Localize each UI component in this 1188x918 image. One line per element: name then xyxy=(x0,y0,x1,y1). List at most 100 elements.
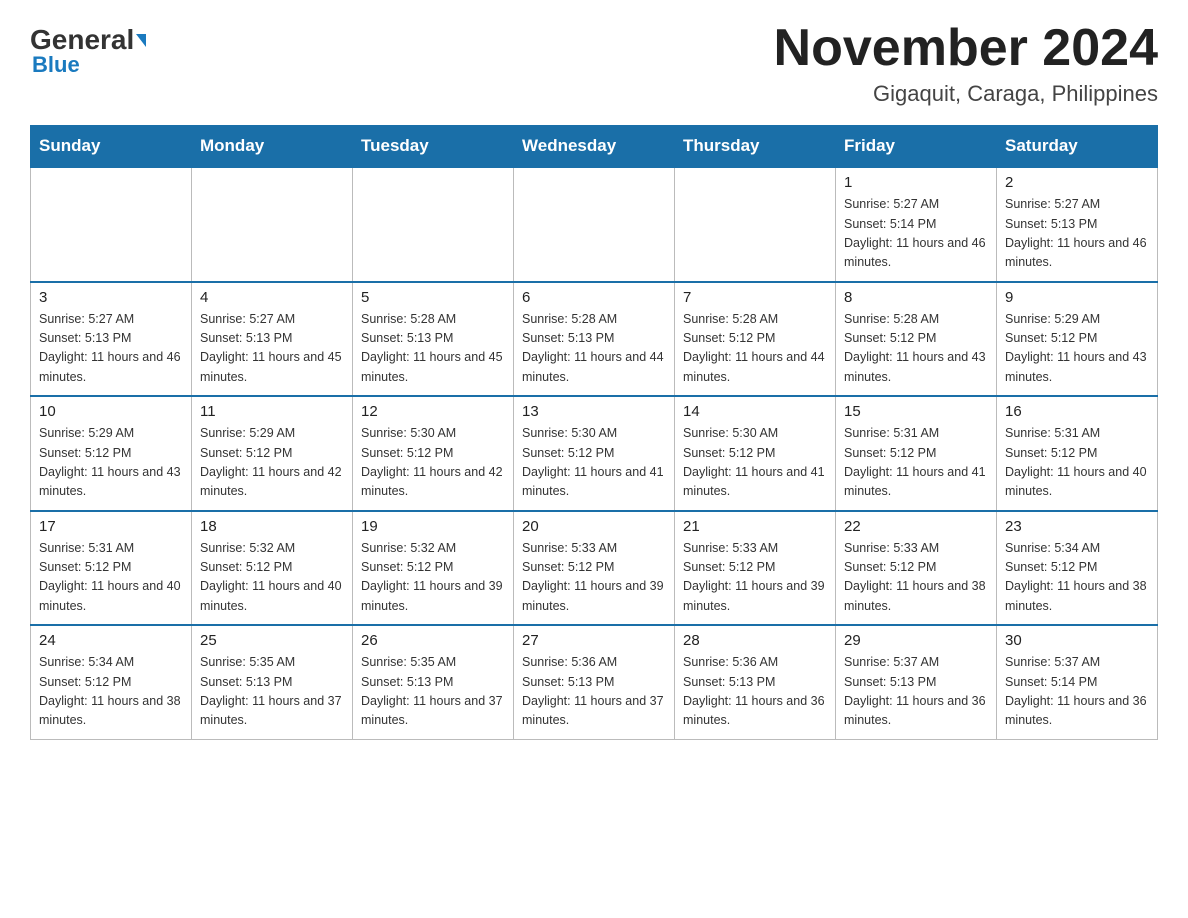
weekday-row: SundayMondayTuesdayWednesdayThursdayFrid… xyxy=(31,126,1158,168)
calendar-week-4: 17 Sunrise: 5:31 AMSunset: 5:12 PMDayligh… xyxy=(31,511,1158,626)
calendar-cell: 24 Sunrise: 5:34 AMSunset: 5:12 PMDayligh… xyxy=(31,625,192,739)
day-number: 13 xyxy=(522,403,666,420)
day-number: 15 xyxy=(844,403,988,420)
day-info: Sunrise: 5:31 AMSunset: 5:12 PMDaylight:… xyxy=(39,539,183,617)
calendar-cell: 10 Sunrise: 5:29 AMSunset: 5:12 PMDayligh… xyxy=(31,396,192,511)
calendar-cell: 2 Sunrise: 5:27 AMSunset: 5:13 PMDaylight… xyxy=(997,167,1158,282)
weekday-header-thursday: Thursday xyxy=(675,126,836,168)
day-info: Sunrise: 5:36 AMSunset: 5:13 PMDaylight:… xyxy=(683,653,827,731)
day-info: Sunrise: 5:33 AMSunset: 5:12 PMDaylight:… xyxy=(522,539,666,617)
day-info: Sunrise: 5:37 AMSunset: 5:13 PMDaylight:… xyxy=(844,653,988,731)
day-number: 2 xyxy=(1005,174,1149,191)
day-info: Sunrise: 5:28 AMSunset: 5:12 PMDaylight:… xyxy=(844,310,988,388)
day-number: 25 xyxy=(200,632,344,649)
calendar-cell: 1Sunrise: 5:27 AMSunset: 5:14 PMDaylight… xyxy=(836,167,997,282)
logo: General Blue xyxy=(30,20,146,77)
weekday-header-saturday: Saturday xyxy=(997,126,1158,168)
day-number: 11 xyxy=(200,403,344,420)
day-number: 7 xyxy=(683,289,827,306)
calendar-cell xyxy=(514,167,675,282)
day-info: Sunrise: 5:34 AMSunset: 5:12 PMDaylight:… xyxy=(1005,539,1149,617)
calendar-cell: 12Sunrise: 5:30 AMSunset: 5:12 PMDayligh… xyxy=(353,396,514,511)
day-number: 28 xyxy=(683,632,827,649)
weekday-header-sunday: Sunday xyxy=(31,126,192,168)
calendar-cell: 16Sunrise: 5:31 AMSunset: 5:12 PMDayligh… xyxy=(997,396,1158,511)
day-number: 4 xyxy=(200,289,344,306)
day-number: 3 xyxy=(39,289,183,306)
title-section: November 2024 Gigaquit, Caraga, Philippi… xyxy=(774,20,1158,107)
day-number: 18 xyxy=(200,518,344,535)
day-info: Sunrise: 5:36 AMSunset: 5:13 PMDaylight:… xyxy=(522,653,666,731)
calendar-cell: 18Sunrise: 5:32 AMSunset: 5:12 PMDayligh… xyxy=(192,511,353,626)
day-number: 19 xyxy=(361,518,505,535)
day-info: Sunrise: 5:35 AMSunset: 5:13 PMDaylight:… xyxy=(361,653,505,731)
day-number: 29 xyxy=(844,632,988,649)
calendar-cell xyxy=(192,167,353,282)
day-info: Sunrise: 5:27 AMSunset: 5:13 PMDaylight:… xyxy=(39,310,183,388)
day-number: 26 xyxy=(361,632,505,649)
day-info: Sunrise: 5:34 AMSunset: 5:12 PMDaylight:… xyxy=(39,653,183,731)
weekday-header-wednesday: Wednesday xyxy=(514,126,675,168)
day-number: 27 xyxy=(522,632,666,649)
calendar-cell: 13 Sunrise: 5:30 AMSunset: 5:12 PMDayligh… xyxy=(514,396,675,511)
calendar-cell: 5 Sunrise: 5:28 AMSunset: 5:13 PMDaylight… xyxy=(353,282,514,397)
calendar-cell: 4 Sunrise: 5:27 AMSunset: 5:13 PMDaylight… xyxy=(192,282,353,397)
calendar-cell: 30 Sunrise: 5:37 AMSunset: 5:14 PMDayligh… xyxy=(997,625,1158,739)
calendar-cell: 14Sunrise: 5:30 AMSunset: 5:12 PMDayligh… xyxy=(675,396,836,511)
day-number: 5 xyxy=(361,289,505,306)
day-number: 20 xyxy=(522,518,666,535)
day-info: Sunrise: 5:28 AMSunset: 5:12 PMDaylight:… xyxy=(683,310,827,388)
day-info: Sunrise: 5:27 AMSunset: 5:13 PMDaylight:… xyxy=(1005,195,1149,273)
calendar-cell: 7 Sunrise: 5:28 AMSunset: 5:12 PMDaylight… xyxy=(675,282,836,397)
calendar-table: SundayMondayTuesdayWednesdayThursdayFrid… xyxy=(30,125,1158,740)
day-info: Sunrise: 5:28 AMSunset: 5:13 PMDaylight:… xyxy=(361,310,505,388)
day-info: Sunrise: 5:35 AMSunset: 5:13 PMDaylight:… xyxy=(200,653,344,731)
page-header: General Blue November 2024 Gigaquit, Car… xyxy=(30,20,1158,107)
calendar-week-2: 3 Sunrise: 5:27 AMSunset: 5:13 PMDaylight… xyxy=(31,282,1158,397)
day-info: Sunrise: 5:29 AMSunset: 5:12 PMDaylight:… xyxy=(1005,310,1149,388)
day-info: Sunrise: 5:37 AMSunset: 5:14 PMDaylight:… xyxy=(1005,653,1149,731)
day-info: Sunrise: 5:27 AMSunset: 5:13 PMDaylight:… xyxy=(200,310,344,388)
calendar-cell: 29 Sunrise: 5:37 AMSunset: 5:13 PMDayligh… xyxy=(836,625,997,739)
calendar-cell: 20 Sunrise: 5:33 AMSunset: 5:12 PMDayligh… xyxy=(514,511,675,626)
calendar-cell: 8 Sunrise: 5:28 AMSunset: 5:12 PMDaylight… xyxy=(836,282,997,397)
day-number: 30 xyxy=(1005,632,1149,649)
day-number: 23 xyxy=(1005,518,1149,535)
day-info: Sunrise: 5:33 AMSunset: 5:12 PMDaylight:… xyxy=(683,539,827,617)
calendar-cell: 15 Sunrise: 5:31 AMSunset: 5:12 PMDayligh… xyxy=(836,396,997,511)
calendar-week-3: 10 Sunrise: 5:29 AMSunset: 5:12 PMDayligh… xyxy=(31,396,1158,511)
day-number: 17 xyxy=(39,518,183,535)
calendar-week-5: 24 Sunrise: 5:34 AMSunset: 5:12 PMDayligh… xyxy=(31,625,1158,739)
calendar-cell: 25 Sunrise: 5:35 AMSunset: 5:13 PMDayligh… xyxy=(192,625,353,739)
day-info: Sunrise: 5:29 AMSunset: 5:12 PMDaylight:… xyxy=(39,424,183,502)
month-year-title: November 2024 xyxy=(774,20,1158,77)
logo-blue-text: Blue xyxy=(30,54,80,77)
calendar-cell: 19Sunrise: 5:32 AMSunset: 5:12 PMDayligh… xyxy=(353,511,514,626)
day-info: Sunrise: 5:33 AMSunset: 5:12 PMDaylight:… xyxy=(844,539,988,617)
day-info: Sunrise: 5:30 AMSunset: 5:12 PMDaylight:… xyxy=(522,424,666,502)
day-info: Sunrise: 5:31 AMSunset: 5:12 PMDaylight:… xyxy=(844,424,988,502)
calendar-cell xyxy=(353,167,514,282)
logo-general-text: General xyxy=(30,26,146,54)
day-number: 8 xyxy=(844,289,988,306)
day-info: Sunrise: 5:29 AMSunset: 5:12 PMDaylight:… xyxy=(200,424,344,502)
day-info: Sunrise: 5:30 AMSunset: 5:12 PMDaylight:… xyxy=(683,424,827,502)
calendar-week-1: 1Sunrise: 5:27 AMSunset: 5:14 PMDaylight… xyxy=(31,167,1158,282)
weekday-header-friday: Friday xyxy=(836,126,997,168)
calendar-cell: 17 Sunrise: 5:31 AMSunset: 5:12 PMDayligh… xyxy=(31,511,192,626)
logo-arrow-icon xyxy=(136,34,146,47)
day-number: 21 xyxy=(683,518,827,535)
calendar-cell xyxy=(675,167,836,282)
day-number: 24 xyxy=(39,632,183,649)
calendar-cell: 3 Sunrise: 5:27 AMSunset: 5:13 PMDaylight… xyxy=(31,282,192,397)
weekday-header-monday: Monday xyxy=(192,126,353,168)
day-number: 10 xyxy=(39,403,183,420)
calendar-cell: 26 Sunrise: 5:35 AMSunset: 5:13 PMDayligh… xyxy=(353,625,514,739)
calendar-cell: 22Sunrise: 5:33 AMSunset: 5:12 PMDayligh… xyxy=(836,511,997,626)
day-info: Sunrise: 5:27 AMSunset: 5:14 PMDaylight:… xyxy=(844,195,988,273)
day-number: 16 xyxy=(1005,403,1149,420)
calendar-cell: 9Sunrise: 5:29 AMSunset: 5:12 PMDaylight… xyxy=(997,282,1158,397)
calendar-cell: 28 Sunrise: 5:36 AMSunset: 5:13 PMDayligh… xyxy=(675,625,836,739)
calendar-cell: 6Sunrise: 5:28 AMSunset: 5:13 PMDaylight… xyxy=(514,282,675,397)
day-number: 6 xyxy=(522,289,666,306)
